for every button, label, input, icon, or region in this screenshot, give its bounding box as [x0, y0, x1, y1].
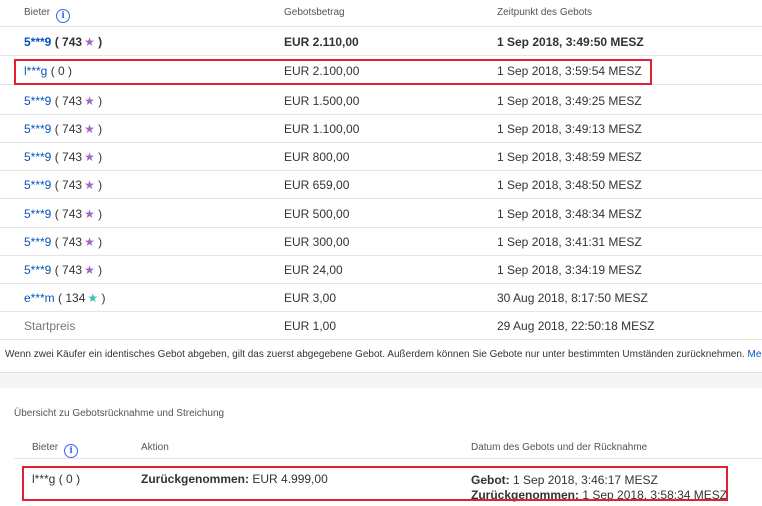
highlight-box [22, 466, 728, 501]
bid-row: 5***9 ( 743 ★ ) EUR 2.110,00 1 Sep 2018, 3:… [0, 27, 762, 56]
bid-row: 5***9 ( 743 ★ ) EUR 659,00 1 Sep 2018, 3:48… [0, 170, 762, 199]
bid-amount: EUR 1.500,00 [284, 94, 360, 108]
more-link[interactable]: Mehr [748, 349, 762, 360]
retraction-dates-header: Datum des Gebots und der Rücknahme [471, 442, 648, 453]
bid-row: 5***9 ( 743 ★ ) EUR 500,00 1 Sep 2018, 3:48… [0, 199, 762, 228]
bid-time: 1 Sep 2018, 3:48:59 MESZ [497, 150, 642, 164]
highlight-box [14, 59, 652, 85]
bid-time: 1 Sep 2018, 3:41:31 MESZ [497, 235, 642, 249]
feedback-star-icon: ★ [87, 291, 99, 305]
feedback-score: 743 [62, 122, 83, 136]
bid-amount: EUR 659,00 [284, 178, 350, 192]
retraction-action-header: Aktion [141, 442, 169, 453]
feedback-score: 743 [62, 150, 83, 164]
feedback-star-icon: ★ [84, 178, 95, 192]
retraction-bidder-header: Bieter i [32, 442, 79, 458]
start-price-amount: EUR 1,00 [284, 319, 337, 333]
bidder-cell: 5***9 ( 743 ★ ) [24, 178, 103, 192]
bidder-id[interactable]: 5***9 [24, 263, 51, 277]
bidder-cell: 5***9 ( 743 ★ ) [24, 207, 103, 221]
bid-row: 5***9 ( 743 ★ ) EUR 300,00 1 Sep 2018, 3:41… [0, 227, 762, 256]
amount-column-header: Gebotsbetrag [284, 7, 345, 18]
bid-amount: EUR 3,00 [284, 291, 337, 305]
start-price-time: 29 Aug 2018, 22:50:18 MESZ [497, 319, 655, 333]
bidder-cell: e***m ( 134 ★ ) [24, 291, 106, 305]
bid-time: 1 Sep 2018, 3:48:50 MESZ [497, 178, 642, 192]
bid-row: 5***9 ( 743 ★ ) EUR 24,00 1 Sep 2018, 3:34:… [0, 255, 762, 284]
bid-time: 30 Aug 2018, 8:17:50 MESZ [497, 291, 648, 305]
bidder-id[interactable]: e***m [24, 291, 55, 305]
bid-amount: EUR 1.100,00 [284, 122, 360, 136]
feedback-star-icon: ★ [84, 122, 95, 136]
bidder-cell: 5***9 ( 743 ★ ) [24, 122, 103, 136]
bid-amount: EUR 500,00 [284, 207, 350, 221]
bid-time: 1 Sep 2018, 3:48:34 MESZ [497, 207, 642, 221]
bid-amount: EUR 2.110,00 [284, 35, 359, 49]
feedback-star-icon: ★ [84, 94, 95, 108]
feedback-score: 743 [62, 207, 83, 221]
bidder-id[interactable]: 5***9 [24, 122, 51, 136]
bidder-column-header: Bieter i [24, 7, 71, 23]
bidder-id[interactable]: 5***9 [24, 35, 51, 49]
bidder-cell: 5***9 ( 743 ★ ) [24, 35, 103, 49]
bidder-cell: 5***9 ( 743 ★ ) [24, 263, 103, 277]
bid-amount: EUR 800,00 [284, 150, 350, 164]
start-price-label: Startpreis [24, 319, 76, 333]
bidder-cell: 5***9 ( 743 ★ ) [24, 235, 103, 249]
feedback-score: 743 [62, 35, 83, 49]
bidder-id[interactable]: 5***9 [24, 235, 51, 249]
bidder-id[interactable]: 5***9 [24, 94, 51, 108]
retraction-section-title: Übersicht zu Gebotsrücknahme und Streich… [14, 408, 225, 419]
bidder-cell: 5***9 ( 743 ★ ) [24, 150, 103, 164]
feedback-score: 743 [62, 235, 83, 249]
section-divider [0, 372, 762, 388]
time-column-header: Zeitpunkt des Gebots [497, 7, 593, 18]
bidder-id[interactable]: 5***9 [24, 150, 51, 164]
bid-rules-note: Wenn zwei Käufer ein identisches Gebot a… [5, 349, 762, 360]
feedback-star-icon: ★ [84, 207, 95, 221]
info-icon[interactable]: i [56, 9, 71, 23]
bid-row: 5***9 ( 743 ★ ) EUR 1.100,00 1 Sep 2018, 3:… [0, 114, 762, 143]
feedback-star-icon: ★ [84, 263, 95, 277]
bid-history-header: Bieter i Gebotsbetrag Zeitpunkt des Gebot… [0, 0, 762, 27]
bidder-cell: 5***9 ( 743 ★ ) [24, 94, 103, 108]
divider [14, 458, 762, 459]
bid-row: 5***9 ( 743 ★ ) EUR 800,00 1 Sep 2018, 3:48… [0, 142, 762, 171]
bidder-id[interactable]: 5***9 [24, 207, 51, 221]
feedback-score: 743 [62, 94, 83, 108]
bid-amount: EUR 300,00 [284, 235, 350, 249]
info-icon[interactable]: i [64, 444, 79, 458]
start-price-row: Startpreis EUR 1,00 29 Aug 2018, 22:50:1… [0, 311, 762, 340]
feedback-star-icon: ★ [84, 35, 95, 49]
bid-time: 1 Sep 2018, 3:49:25 MESZ [497, 94, 642, 108]
bid-time: 1 Sep 2018, 3:34:19 MESZ [497, 263, 642, 277]
bid-row: 5***9 ( 743 ★ ) EUR 1.500,00 1 Sep 2018, 3:… [0, 86, 762, 115]
feedback-star-icon: ★ [84, 150, 95, 164]
feedback-score: 743 [62, 263, 83, 277]
bid-time: 1 Sep 2018, 3:49:13 MESZ [497, 122, 642, 136]
bidder-id[interactable]: 5***9 [24, 178, 51, 192]
feedback-score: 134 [65, 291, 86, 305]
bid-time: 1 Sep 2018, 3:49:50 MESZ [497, 35, 644, 49]
bid-amount: EUR 24,00 [284, 263, 343, 277]
feedback-score: 743 [62, 178, 83, 192]
feedback-star-icon: ★ [84, 235, 95, 249]
bid-row: e***m ( 134 ★ ) EUR 3,00 30 Aug 2018, 8:17:… [0, 283, 762, 312]
